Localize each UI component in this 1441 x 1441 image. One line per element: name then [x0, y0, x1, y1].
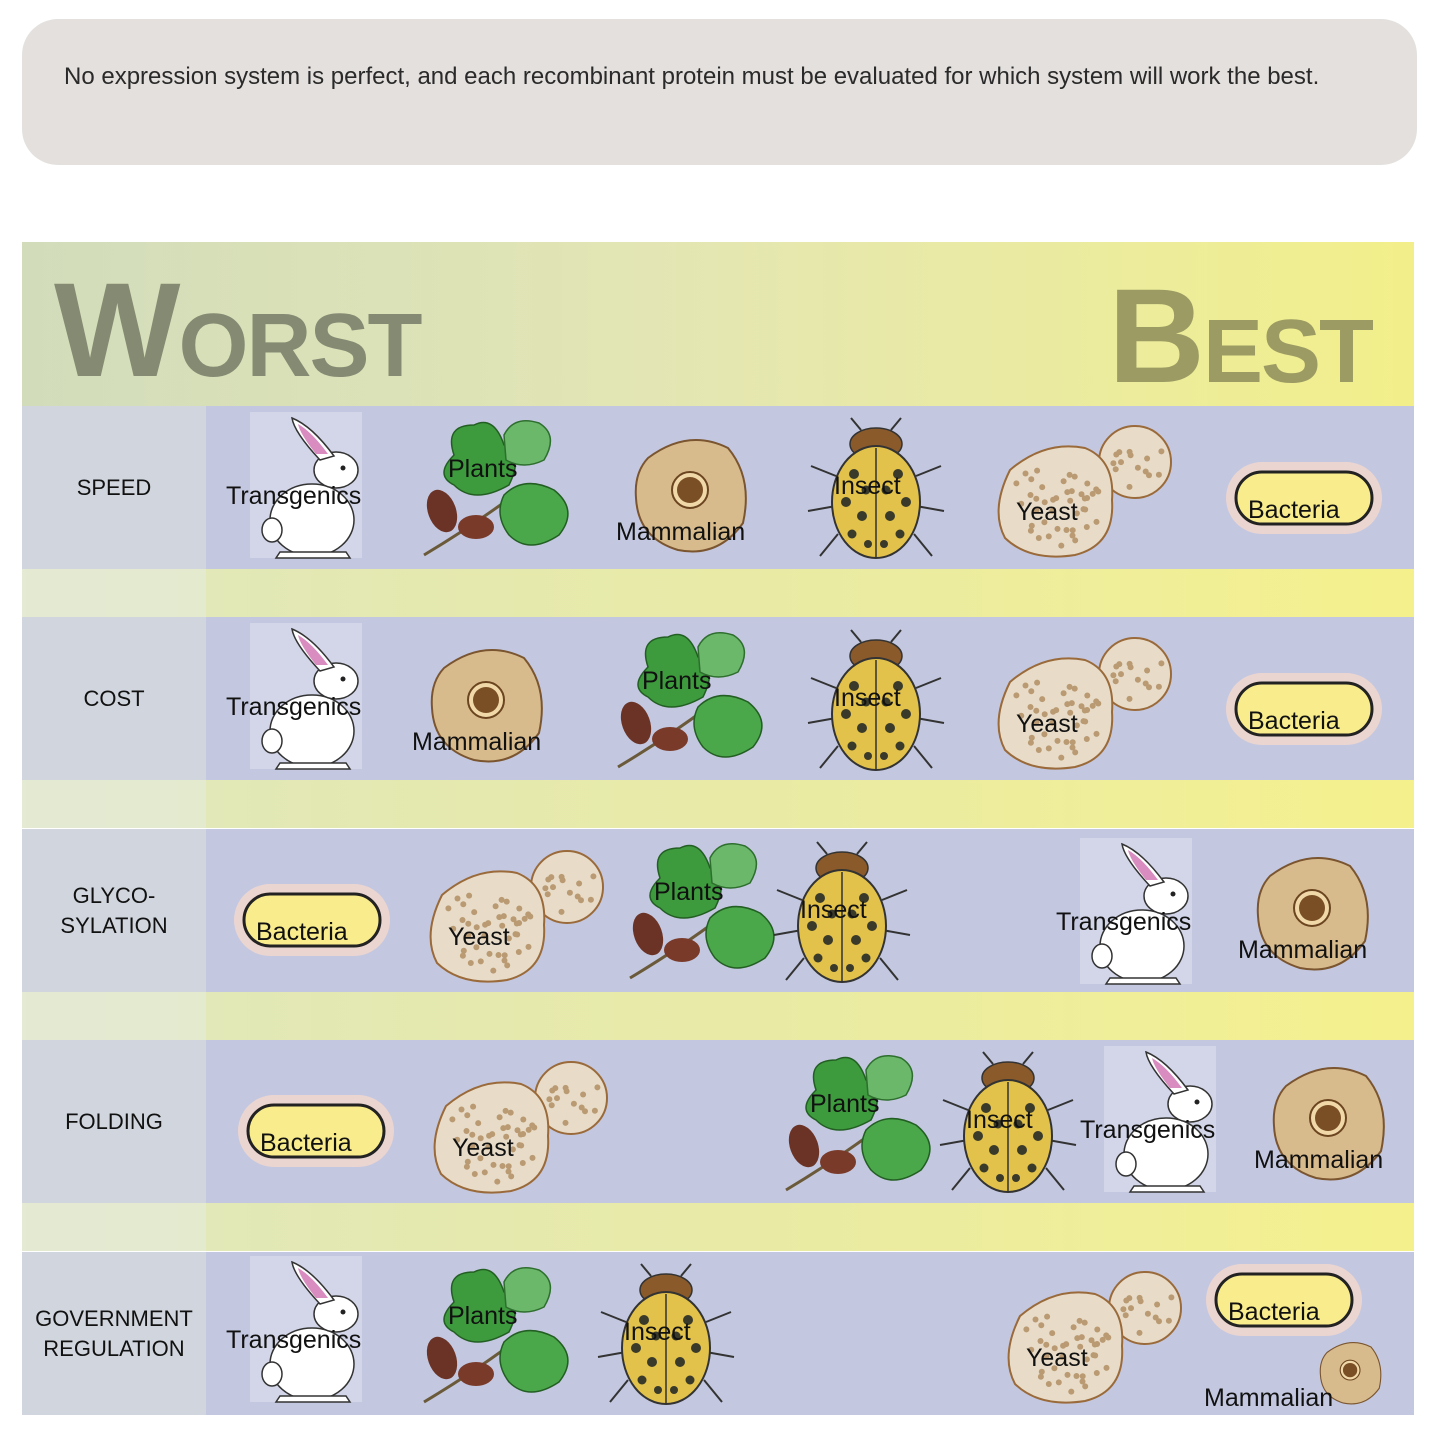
- plants-icon: [423, 420, 569, 557]
- system-label: Plants: [448, 455, 518, 483]
- criteria-label: SPEED: [22, 406, 206, 569]
- system-label: Bacteria: [260, 1129, 352, 1157]
- row-separator: [22, 1203, 1414, 1251]
- system-label: Mammalian: [1238, 936, 1368, 964]
- system-label: Transgenics: [1080, 1116, 1216, 1144]
- best-heading: BEST: [1108, 262, 1374, 411]
- system-label: Insect: [834, 684, 901, 712]
- yeast-icon: [1007, 1271, 1182, 1404]
- criteria-label: GOVERNMENT REGULATION: [22, 1252, 206, 1415]
- yeast-icon: [429, 850, 604, 983]
- plants-icon: [617, 632, 763, 769]
- system-label: Transgenics: [226, 1326, 362, 1354]
- system-label: Transgenics: [226, 482, 362, 510]
- system-label: Bacteria: [1228, 1298, 1320, 1326]
- plants-icon: [423, 1267, 569, 1404]
- system-label: Insect: [966, 1106, 1033, 1134]
- system-label: Insect: [624, 1318, 691, 1346]
- system-label: Mammalian: [1204, 1384, 1334, 1412]
- intro-note-text: No expression system is perfect, and eac…: [64, 63, 1320, 90]
- system-label: Transgenics: [1056, 908, 1192, 936]
- system-label: Insect: [834, 472, 901, 500]
- system-label: Yeast: [1016, 498, 1078, 526]
- system-label: Mammalian: [616, 518, 746, 546]
- row-separator: [22, 992, 1414, 1040]
- worst-heading: WORST: [54, 256, 423, 405]
- criteria-label: COST: [22, 617, 206, 780]
- criteria-label: GLYCO- SYLATION: [22, 829, 206, 992]
- criteria-label: FOLDING: [22, 1040, 206, 1203]
- system-label: Bacteria: [1248, 496, 1340, 524]
- system-label: Bacteria: [256, 918, 348, 946]
- intro-note: No expression system is perfect, and eac…: [22, 19, 1417, 165]
- system-label: Plants: [448, 1302, 518, 1330]
- system-label: Transgenics: [226, 693, 362, 721]
- system-label: Mammalian: [412, 728, 542, 756]
- yeast-icon: [997, 425, 1172, 558]
- yeast-icon: [997, 637, 1172, 770]
- plants-icon: [629, 843, 775, 980]
- system-label: Bacteria: [1248, 707, 1340, 735]
- yeast-icon: [433, 1061, 608, 1194]
- worst-best-header: WORST BEST: [22, 242, 1414, 411]
- system-label: Yeast: [452, 1134, 514, 1162]
- system-label: Plants: [810, 1090, 880, 1118]
- system-label: Plants: [654, 878, 724, 906]
- system-label: Yeast: [448, 923, 510, 951]
- system-label: Yeast: [1016, 710, 1078, 738]
- system-label: Insect: [800, 896, 867, 924]
- system-label: Mammalian: [1254, 1146, 1384, 1174]
- row-separator: [22, 780, 1414, 828]
- plants-icon: [785, 1055, 931, 1192]
- system-label: Plants: [642, 667, 712, 695]
- row-separator: [22, 569, 1414, 617]
- system-label: Yeast: [1026, 1344, 1088, 1372]
